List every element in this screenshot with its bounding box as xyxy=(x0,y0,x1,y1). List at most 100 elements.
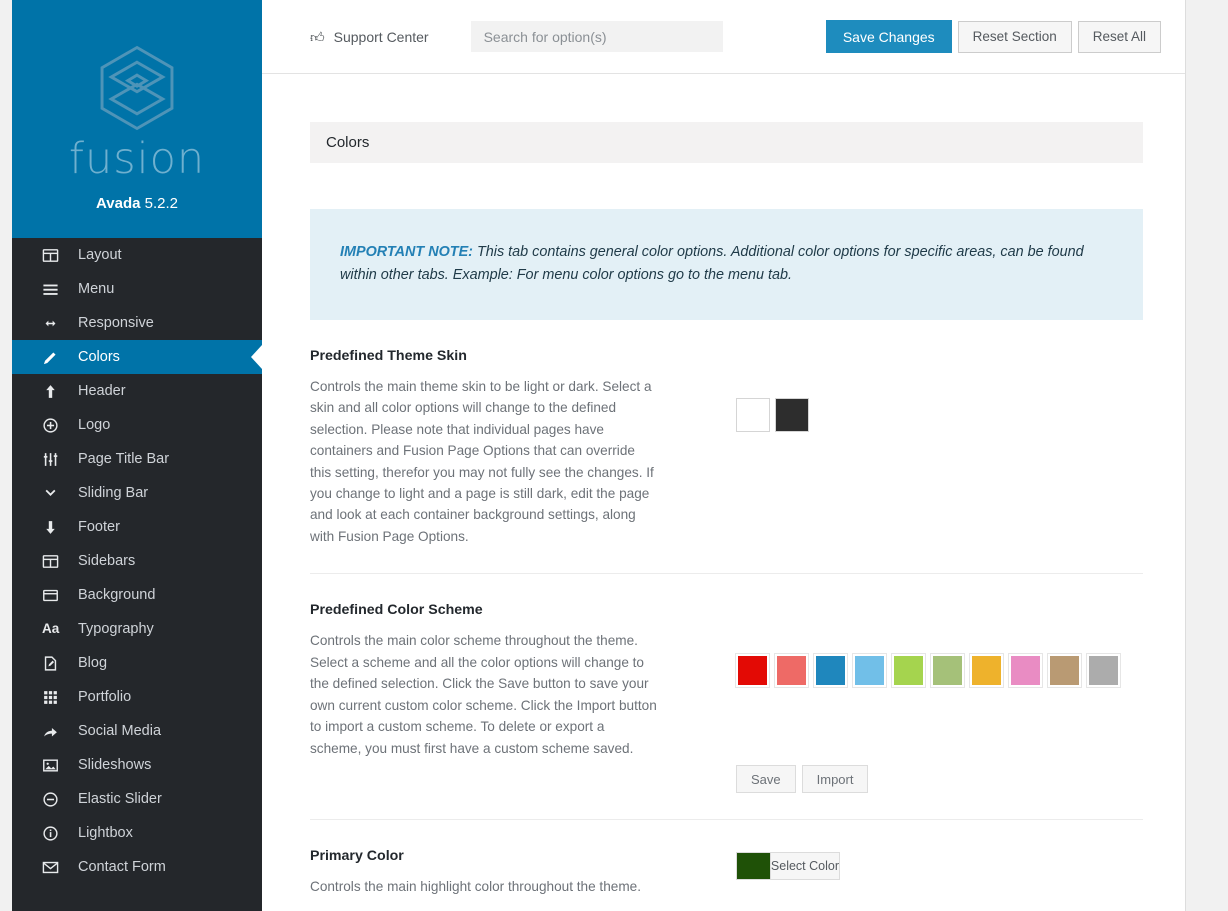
sidebar-item-label: Portfolio xyxy=(78,689,132,705)
option-description-block: Primary Color Controls the main highlight… xyxy=(310,848,680,897)
sidebar-item-elastic-slider[interactable]: Elastic Slider xyxy=(12,782,262,816)
sidebar-item-label: Typography xyxy=(78,621,154,637)
option-description-block: Predefined Theme Skin Controls the main t… xyxy=(310,348,680,548)
scheme-light-blue-swatch[interactable] xyxy=(852,653,887,689)
envelope-icon xyxy=(42,859,64,876)
sidebar-item-social-media[interactable]: Social Media xyxy=(12,714,262,748)
sidebar-item-label: Header xyxy=(78,383,126,399)
brand-version-number: 5.2.2 xyxy=(144,195,178,212)
scheme-gray-swatch[interactable] xyxy=(1086,653,1121,689)
menu-bars-icon xyxy=(42,281,64,298)
option-description: Controls the main highlight color throug… xyxy=(310,879,641,895)
sidebars-icon xyxy=(42,553,64,570)
support-center-link[interactable]: 👍︎ Support Center xyxy=(310,29,429,45)
window-icon xyxy=(42,587,64,604)
sidebar-item-footer[interactable]: Footer xyxy=(12,510,262,544)
sidebar-item-label: Page Title Bar xyxy=(78,451,170,467)
sidebar-item-label: Social Media xyxy=(78,723,162,739)
arrow-up-icon xyxy=(42,383,64,400)
search-input[interactable] xyxy=(470,21,723,52)
option-title: Predefined Color Scheme xyxy=(310,602,483,619)
color-scheme-actions: Save Import xyxy=(736,765,1143,794)
sidebar-item-label: Lightbox xyxy=(78,825,133,841)
thumbs-up-icon: 👍︎ xyxy=(310,28,325,45)
save-scheme-button[interactable]: Save xyxy=(736,765,796,794)
sidebar-item-contact-form[interactable]: Contact Form xyxy=(12,850,262,884)
import-scheme-button[interactable]: Import xyxy=(801,765,869,794)
primary-color-picker[interactable]: Select Color xyxy=(736,852,840,881)
plus-circle-icon xyxy=(42,417,64,434)
scheme-pink-swatch[interactable] xyxy=(1008,653,1043,689)
pencil-page-icon xyxy=(42,655,64,672)
brand-version: Avada 5.2.2 xyxy=(96,195,178,212)
sidebar-item-label: Colors xyxy=(78,349,120,365)
sidebar-item-responsive[interactable]: Responsive xyxy=(12,306,262,340)
sidebar-item-label: Footer xyxy=(78,519,120,535)
sidebar-item-sliding-bar[interactable]: Sliding Bar xyxy=(12,476,262,510)
sidebar-item-label: Contact Form xyxy=(78,859,166,875)
sidebar-item-typography[interactable]: Aa Typography xyxy=(12,612,262,646)
arrows-horizontal-icon xyxy=(42,315,64,332)
theme-skin-swatch-group xyxy=(736,397,1143,432)
scheme-blue-swatch[interactable] xyxy=(813,653,848,689)
sidebar-item-sidebars[interactable]: Sidebars xyxy=(12,544,262,578)
option-title: Primary Color xyxy=(310,848,404,865)
sidebar: fusion Avada 5.2.2 Layout Menu Responsive C… xyxy=(12,0,262,911)
option-row: Predefined Color Scheme Controls the main… xyxy=(310,574,1143,821)
option-row: Predefined Theme Skin Controls the main t… xyxy=(310,320,1143,575)
option-title: Predefined Theme Skin xyxy=(310,347,467,364)
important-note: IMPORTANT NOTE: This tab contains genera… xyxy=(310,209,1143,320)
sidebar-item-slideshows[interactable]: Slideshows xyxy=(12,748,262,782)
option-control-block: Select Color xyxy=(680,848,1143,897)
theme-options-page: fusion Avada 5.2.2 Layout Menu Responsive C… xyxy=(0,0,1228,911)
sidebar-item-portfolio[interactable]: Portfolio xyxy=(12,680,262,714)
sidebar-nav: Layout Menu Responsive Colors Header Logo Page… xyxy=(12,238,262,884)
scheme-green-swatch[interactable] xyxy=(891,653,926,689)
reset-section-button[interactable]: Reset Section xyxy=(957,20,1072,53)
sidebar-item-header[interactable]: Header xyxy=(12,374,262,408)
option-description: Controls the main theme skin to be light… xyxy=(310,378,654,544)
sidebar-item-label: Sliding Bar xyxy=(78,485,149,501)
sidebar-item-label: Layout xyxy=(78,247,122,263)
paintbrush-icon xyxy=(42,349,64,366)
sidebar-item-label: Menu xyxy=(78,281,115,297)
panel-body: Colors IMPORTANT NOTE: This tab contains… xyxy=(262,74,1185,911)
scheme-tan-swatch[interactable] xyxy=(1047,653,1082,689)
sidebar-item-label: Blog xyxy=(78,655,108,671)
content-panel: 👍︎ Support Center Save Changes Reset Sec… xyxy=(262,0,1186,911)
sidebar-item-blog[interactable]: Blog xyxy=(12,646,262,680)
top-toolbar: 👍︎ Support Center Save Changes Reset Sec… xyxy=(262,0,1185,74)
scheme-olive-swatch[interactable] xyxy=(930,653,965,689)
select-color-button[interactable]: Select Color xyxy=(769,853,839,880)
sidebar-item-label: Slideshows xyxy=(78,757,152,773)
primary-color-swatch[interactable] xyxy=(737,853,770,880)
option-row: Primary Color Controls the main highlight… xyxy=(310,820,1143,911)
sidebar-item-label: Sidebars xyxy=(78,553,136,569)
support-center-label: Support Center xyxy=(333,28,429,45)
save-changes-button[interactable]: Save Changes xyxy=(825,20,952,53)
sidebar-item-logo[interactable]: Logo xyxy=(12,408,262,442)
page-title: Colors xyxy=(326,134,370,151)
section-title-bar: Colors xyxy=(310,122,1143,163)
chevron-down-icon xyxy=(42,485,64,502)
grid-icon xyxy=(42,689,64,706)
sidebar-item-lightbox[interactable]: Lightbox xyxy=(12,816,262,850)
light-skin-swatch[interactable] xyxy=(736,397,770,432)
sidebar-item-menu[interactable]: Menu xyxy=(12,272,262,306)
minus-circle-icon xyxy=(42,791,64,808)
reset-all-button[interactable]: Reset All xyxy=(1077,20,1161,53)
sidebar-item-colors[interactable]: Colors xyxy=(12,340,262,374)
sidebar-item-page-title-bar[interactable]: Page Title Bar xyxy=(12,442,262,476)
brand-product-name: Avada xyxy=(95,195,141,212)
color-scheme-swatch-group xyxy=(735,653,1143,689)
layout-icon xyxy=(42,247,64,264)
scheme-salmon-swatch[interactable] xyxy=(774,653,809,689)
scheme-red-swatch[interactable] xyxy=(735,653,770,689)
scheme-gold-swatch[interactable] xyxy=(969,653,1004,689)
sidebar-item-label: Responsive xyxy=(78,315,154,331)
sidebar-item-label: Logo xyxy=(78,417,111,433)
dark-skin-swatch[interactable] xyxy=(775,397,809,432)
sidebar-item-layout[interactable]: Layout xyxy=(12,238,262,272)
sidebar-item-background[interactable]: Background xyxy=(12,578,262,612)
text-aa-icon: Aa xyxy=(42,621,60,637)
